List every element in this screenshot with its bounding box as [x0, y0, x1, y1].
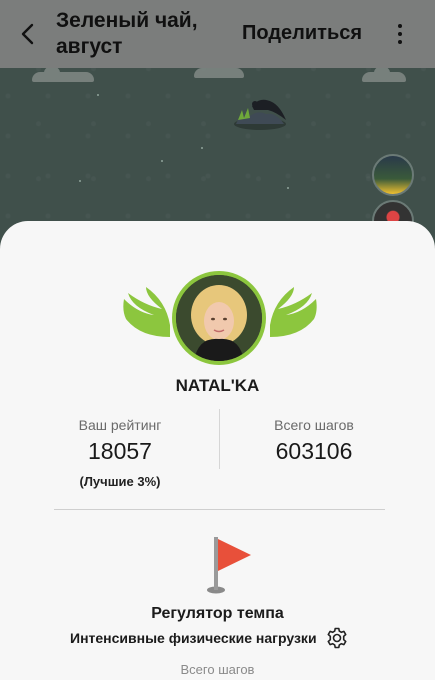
pace-mode-label: Интенсивные физические нагрузки	[70, 630, 317, 646]
cloud-decoration	[32, 66, 94, 82]
total-steps-value: 603106	[275, 438, 353, 464]
map-sparkle	[287, 187, 289, 189]
back-arrow-icon	[21, 23, 34, 45]
more-dot-icon	[398, 40, 402, 44]
rating-label: Ваш рейтинг	[78, 417, 162, 433]
avatar-photo	[176, 275, 262, 361]
more-dot-icon	[398, 32, 402, 36]
user-avatar[interactable]	[172, 271, 266, 365]
map-sparkle	[97, 94, 99, 96]
section-divider	[54, 509, 385, 510]
total-steps-label: Всего шагов	[274, 417, 354, 433]
stats-divider	[219, 409, 220, 469]
rating-stat: Ваш рейтинг 18057 (Лучшие 3%)	[60, 417, 180, 489]
share-button[interactable]: Поделиться	[242, 22, 362, 45]
island-seal-icon	[234, 99, 286, 130]
map-sparkle	[79, 180, 81, 182]
bottom-steps-label: Всего шагов	[180, 662, 255, 677]
participant-avatar[interactable]	[372, 154, 414, 196]
map-sparkle	[161, 160, 163, 162]
left-wing-icon	[123, 287, 170, 337]
more-dot-icon	[398, 24, 402, 28]
rating-value: 18057	[88, 438, 152, 464]
flag-icon	[207, 537, 251, 594]
profile-badge	[120, 271, 320, 373]
back-button[interactable]	[0, 0, 56, 68]
cloud-decoration	[362, 66, 406, 82]
rating-percentile: (Лучшие 3%)	[79, 474, 161, 489]
map-sparkle	[201, 147, 203, 149]
total-steps-stat: Всего шагов 603106	[254, 417, 374, 465]
more-options-button[interactable]	[386, 18, 414, 50]
profile-sheet: NATAL'KA Ваш рейтинг 18057 (Лучшие 3%) В…	[0, 221, 435, 680]
pace-title: Регулятор темпа	[151, 605, 284, 622]
gear-icon[interactable]	[325, 626, 349, 650]
app-header: Зеленый чай, август Поделиться	[0, 0, 435, 68]
pace-setting: Интенсивные физические нагрузки	[70, 626, 349, 650]
page-title: Зеленый чай, август	[56, 9, 198, 58]
username: NATAL'KA	[175, 376, 260, 395]
cloud-decoration	[194, 62, 244, 78]
right-wing-icon	[270, 287, 317, 337]
